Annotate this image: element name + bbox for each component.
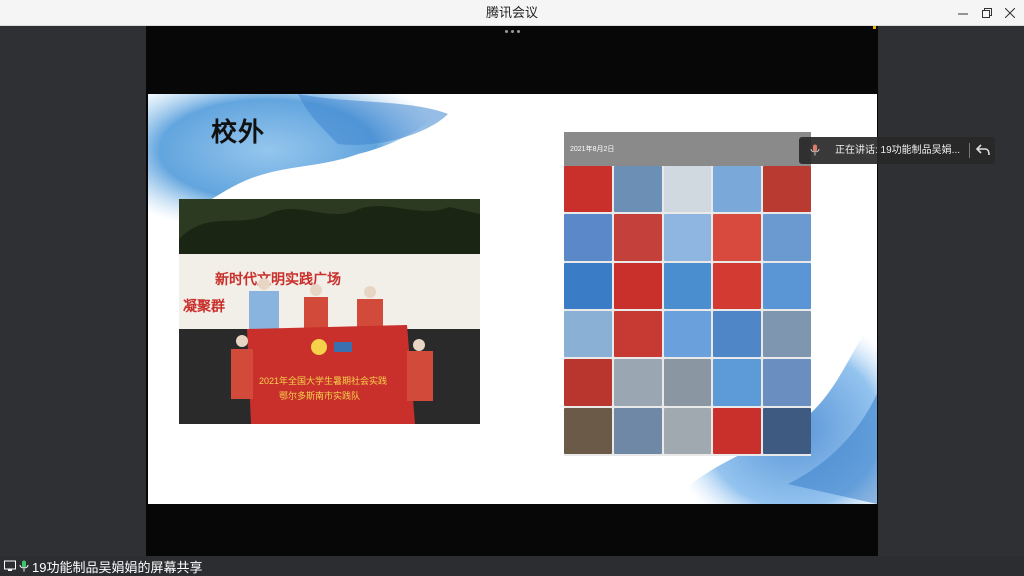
window-titlebar: 腾讯会议 [0,0,1024,26]
left-side-panel [0,26,146,556]
thumbnail [763,214,811,261]
album-thumbnails [564,166,811,456]
thumbnail [564,214,612,261]
thumbnail [613,214,662,261]
shared-slide: 校外 新时代文明实践广场 凝聚群 2021年全国大学生暑期社会实践 鄂尔多斯南市… [148,94,877,504]
divider [969,143,970,158]
thumbnail [713,214,762,261]
thumbnail [713,407,762,454]
thumbnail [713,262,762,309]
banner-text: 新时代文明实践广场 [215,271,341,288]
thumbnail [663,166,712,213]
microphone-active-icon [19,560,29,572]
thumbnail [663,359,712,406]
slide-title: 校外 [211,117,266,147]
thumbnail [663,214,712,261]
thumbnail [713,310,762,358]
return-icon[interactable] [975,142,991,158]
close-button[interactable] [996,0,1024,25]
thumbnail [564,359,612,406]
group-photo: 新时代文明实践广场 凝聚群 2021年全国大学生暑期社会实践 鄂尔多斯南市实践队 [179,199,480,424]
restore-icon [982,7,992,18]
photo-album-grid: 2021年8月2日 [564,132,811,456]
thumbnail [713,359,762,406]
more-handle-icon[interactable] [505,30,521,36]
thumbnail [713,166,762,213]
flag-text-line2: 鄂尔多斯南市实践队 [279,390,360,401]
thumbnail [763,262,811,309]
thumbnail [763,407,811,454]
screen-share-status: 19功能制品吴娟娟的屏幕共享 [4,556,202,576]
close-icon [1005,7,1015,18]
share-label: 19功能制品吴娟娟的屏幕共享 [32,559,203,575]
thumbnail [663,407,712,454]
thumbnail [763,166,811,213]
minimize-icon [958,13,968,14]
thumbnail [763,310,811,358]
thumbnail [613,166,662,213]
speaker-label: 正在讲话: 19功能制品吴娟... [835,145,961,156]
flag-text-line1: 2021年全国大学生暑期社会实践 [259,375,387,386]
thumbnail [564,262,612,309]
thumbnail [663,310,712,358]
thumbnail [663,262,712,309]
status-dot [873,26,876,29]
thumbnail [613,310,662,358]
album-date: 2021年8月2日 [570,146,615,153]
thumbnail [613,359,662,406]
right-side-panel [878,26,1024,556]
microphone-icon [810,144,820,156]
banner-subtext: 凝聚群 [183,298,225,315]
thumbnail [613,262,662,309]
active-speaker-indicator: 正在讲话: 19功能制品吴娟... [799,137,995,164]
thumbnail [564,407,612,454]
thumbnail [763,359,811,406]
thumbnail [564,166,612,213]
album-header: 2021年8月2日 [564,132,811,166]
thumbnail [613,407,662,454]
window-title: 腾讯会议 [485,5,538,20]
bottom-status-bar: 19功能制品吴娟娟的屏幕共享 [0,556,1024,576]
thumbnail [564,310,612,358]
group-photo-image: 新时代文明实践广场 凝聚群 2021年全国大学生暑期社会实践 鄂尔多斯南市实践队 [179,199,480,424]
screen-share-icon [4,560,16,571]
